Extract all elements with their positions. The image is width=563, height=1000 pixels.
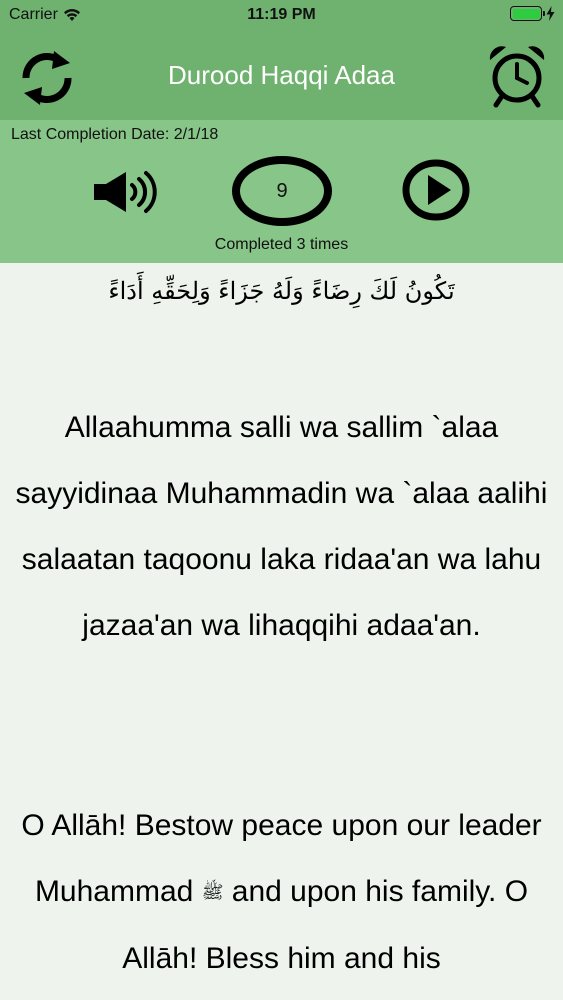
transliteration-text: Allaahumma salli wa sallim `alaa sayyidi… [15, 411, 548, 642]
nav-bar: Durood Haqqi Adaa [0, 30, 563, 120]
play-icon[interactable] [401, 158, 471, 222]
translation-text: O Allāh! Bestow peace upon our leader Mu… [0, 793, 563, 992]
status-time: 11:19 PM [247, 6, 316, 23]
alarm-clock-icon[interactable] [486, 44, 548, 108]
status-right [510, 6, 555, 21]
counter-button[interactable]: 9 [232, 156, 332, 226]
battery-icon [510, 6, 545, 21]
control-panel: Last Completion Date: 2/1/18 9 Completed… [0, 120, 563, 263]
charging-bolt-icon [546, 6, 555, 21]
salawat-seal: ﷺ [201, 882, 224, 904]
arabic-text: تَكُونُ لَكَ رِضَاءً وَلَهُ جَزَاءً وَلِ… [108, 277, 455, 305]
speaker-icon[interactable] [92, 170, 160, 214]
completed-count: Completed 3 times [214, 236, 349, 253]
last-completion-date: Last Completion Date: 2/1/18 [11, 126, 219, 143]
counter-value: 9 [276, 179, 288, 202]
status-bar: Carrier 11:19 PM [0, 0, 563, 30]
page-title: Durood Haqqi Adaa [168, 60, 395, 90]
durood-content: تَكُونُ لَكَ رِضَاءً وَلَهُ جَزَاءً وَلِ… [0, 263, 563, 1000]
